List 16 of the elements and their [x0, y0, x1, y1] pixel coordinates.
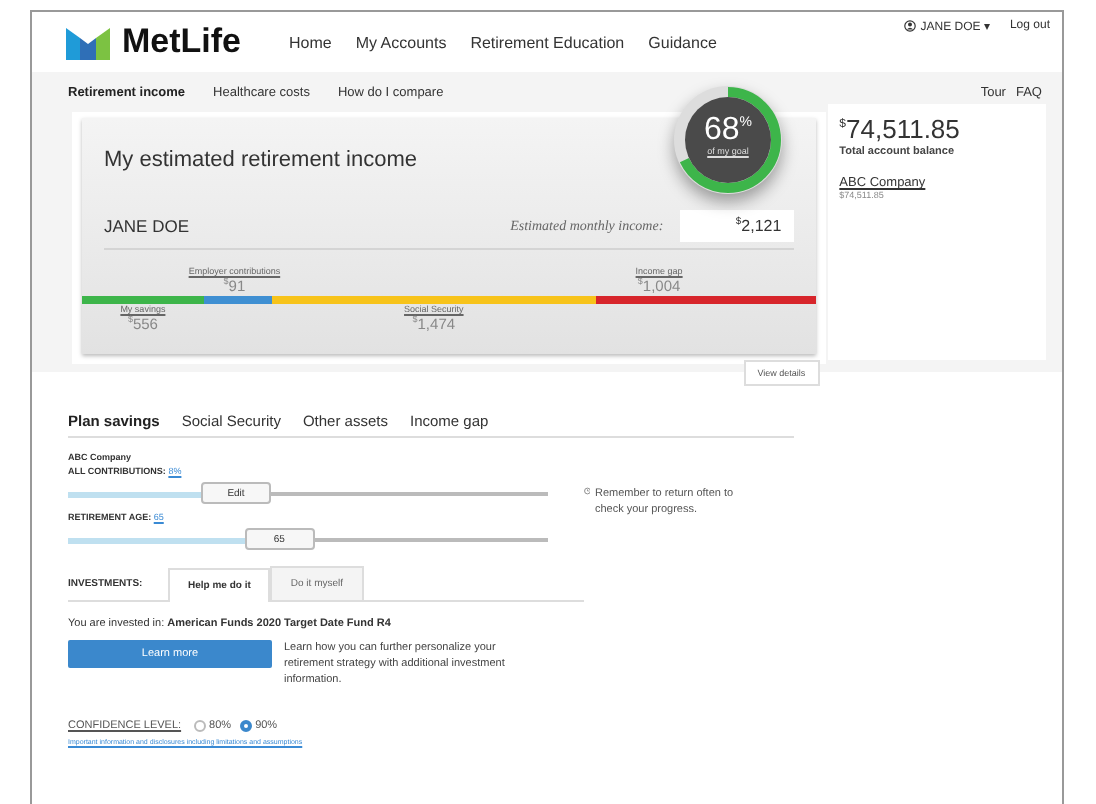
person-name: JANE DOE	[104, 215, 190, 236]
nav-link[interactable]: Home	[289, 33, 332, 51]
nav-link[interactable]: My Accounts	[355, 33, 447, 51]
total-balance: $^{$}$74,511.85	[839, 114, 962, 144]
nav-link[interactable]: Guidance	[648, 33, 717, 51]
nav-link[interactable]: Retirement Education	[470, 33, 625, 51]
goal-percent: 68$^{%}$	[701, 110, 755, 147]
radio-button[interactable]	[239, 720, 252, 732]
goal-gauge	[672, 84, 784, 196]
monthly-income-field: $^{$}$2,121	[679, 210, 794, 242]
card-title: My estimated retirement income	[102, 146, 419, 176]
clock-icon	[584, 486, 591, 496]
logo-icon	[66, 25, 110, 59]
user-icon	[904, 20, 917, 32]
radio-button[interactable]	[193, 720, 206, 732]
logo-text: MetLife	[122, 22, 241, 62]
